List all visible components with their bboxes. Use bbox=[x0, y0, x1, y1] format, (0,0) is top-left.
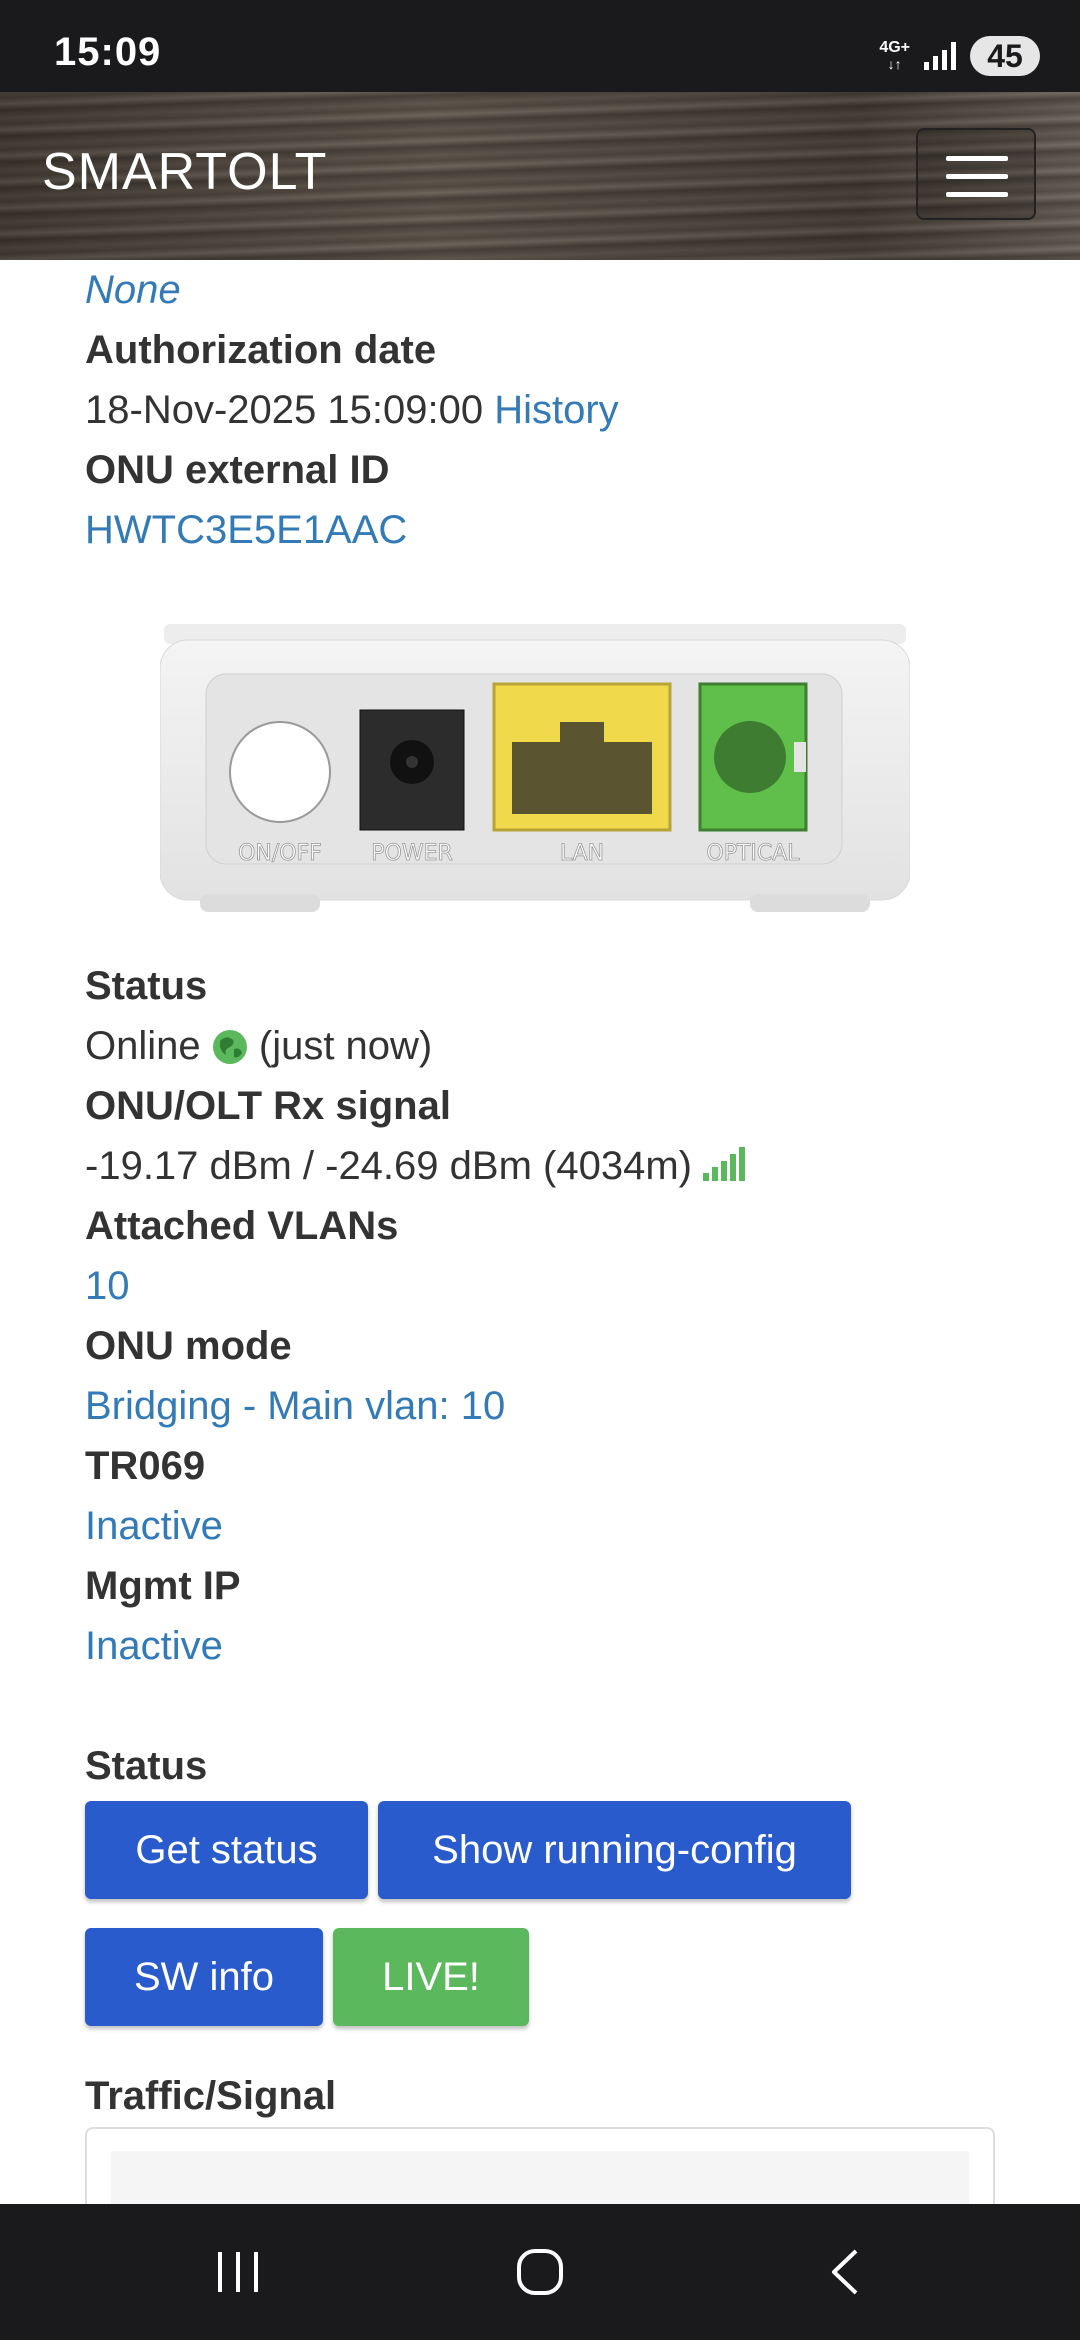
hamburger-menu-button[interactable] bbox=[916, 128, 1036, 220]
onu-external-id-label-row: ONU external ID bbox=[85, 440, 390, 500]
onu-mode-row: Bridging - Main vlan: 10 bbox=[85, 1376, 505, 1436]
back-icon[interactable] bbox=[828, 2248, 860, 2296]
status-bar: 15:09 4G+ ↓↑ 45 bbox=[0, 0, 1080, 92]
vlans-label: Attached VLANs bbox=[85, 1204, 399, 1248]
traffic-label-row: Traffic/Signal bbox=[85, 2066, 336, 2126]
tr069-label-row: TR069 bbox=[85, 1436, 205, 1496]
port-label-power: POWER bbox=[371, 841, 453, 866]
onu-external-id-label: ONU external ID bbox=[85, 448, 390, 492]
onu-mode-label: ONU mode bbox=[85, 1324, 292, 1368]
home-icon[interactable] bbox=[516, 2248, 564, 2296]
rx-signal-label: ONU/OLT Rx signal bbox=[85, 1084, 451, 1128]
onu-device-image: ON/OFF POWER LAN OPTICAL bbox=[160, 624, 910, 912]
status-value: Online bbox=[85, 1024, 201, 1068]
app-navbar: SMARTOLT bbox=[0, 92, 1080, 260]
authorization-date-label: Authorization date bbox=[85, 328, 437, 372]
globe-online-icon bbox=[212, 1030, 247, 1064]
recent-apps-icon[interactable] bbox=[216, 2250, 262, 2294]
history-link[interactable]: History bbox=[494, 388, 618, 432]
tr069-label: TR069 bbox=[85, 1444, 206, 1488]
top-value[interactable]: None bbox=[85, 268, 181, 312]
clock: 15:09 bbox=[54, 30, 162, 74]
port-label-optical: OPTICAL bbox=[706, 841, 800, 866]
rx-signal-value: -19.17 dBm / -24.69 dBm (4034m) bbox=[85, 1144, 692, 1188]
vlans-row: 10 bbox=[85, 1256, 130, 1316]
rx-signal-label-row: ONU/OLT Rx signal bbox=[85, 1076, 451, 1136]
get-status-button[interactable]: Get status bbox=[85, 1801, 368, 1899]
network-type-icon: 4G+ ↓↑ bbox=[879, 39, 910, 73]
authorization-date-label-row: Authorization date bbox=[85, 320, 436, 380]
tr069-value[interactable]: Inactive bbox=[85, 1504, 223, 1548]
port-label-onoff: ON/OFF bbox=[238, 841, 322, 866]
onu-mode-value[interactable]: Bridging - Main vlan: 10 bbox=[85, 1384, 505, 1428]
live-button[interactable]: LIVE! bbox=[333, 1928, 529, 2026]
brand-logo[interactable]: SMARTOLT bbox=[42, 142, 327, 202]
signal-strength-icon bbox=[924, 42, 956, 70]
signal-bars-icon bbox=[703, 1147, 746, 1181]
port-label-lan: LAN bbox=[560, 841, 604, 866]
show-running-config-button[interactable]: Show running-config bbox=[378, 1801, 851, 1899]
status-label: Status bbox=[85, 964, 208, 1008]
status-icons: 4G+ ↓↑ 45 bbox=[879, 34, 1040, 78]
mgmt-ip-value[interactable]: Inactive bbox=[85, 1624, 223, 1668]
mgmt-ip-label-row: Mgmt IP bbox=[85, 1556, 241, 1616]
vlans-label-row: Attached VLANs bbox=[85, 1196, 398, 1256]
system-nav-bar bbox=[0, 2204, 1080, 2340]
onu-mode-label-row: ONU mode bbox=[85, 1316, 292, 1376]
rx-signal-row: -19.17 dBm / -24.69 dBm (4034m) bbox=[85, 1136, 746, 1196]
actions-label-row: Status bbox=[85, 1736, 207, 1796]
onu-external-id-row: HWTC3E5E1AAC bbox=[85, 500, 407, 560]
status-time: (just now) bbox=[258, 1024, 433, 1068]
battery-icon: 45 bbox=[970, 36, 1040, 76]
actions-section-label: Status bbox=[85, 1744, 208, 1788]
status-row: Online (just now) bbox=[85, 1016, 432, 1076]
authorization-date-value: 18-Nov-2025 15:09:00 bbox=[85, 388, 484, 432]
traffic-signal-label: Traffic/Signal bbox=[85, 2074, 337, 2118]
mgmt-ip-row: Inactive bbox=[85, 1616, 223, 1676]
authorization-date-row: 18-Nov-2025 15:09:00 History bbox=[85, 380, 619, 440]
mgmt-ip-label: Mgmt IP bbox=[85, 1564, 241, 1608]
status-label-row: Status bbox=[85, 956, 207, 1016]
sw-info-button[interactable]: SW info bbox=[85, 1928, 323, 2026]
tr069-row: Inactive bbox=[85, 1496, 223, 1556]
vlans-value[interactable]: 10 bbox=[85, 1264, 130, 1308]
top-value-row: None bbox=[85, 260, 181, 320]
onu-external-id-value[interactable]: HWTC3E5E1AAC bbox=[85, 508, 407, 552]
